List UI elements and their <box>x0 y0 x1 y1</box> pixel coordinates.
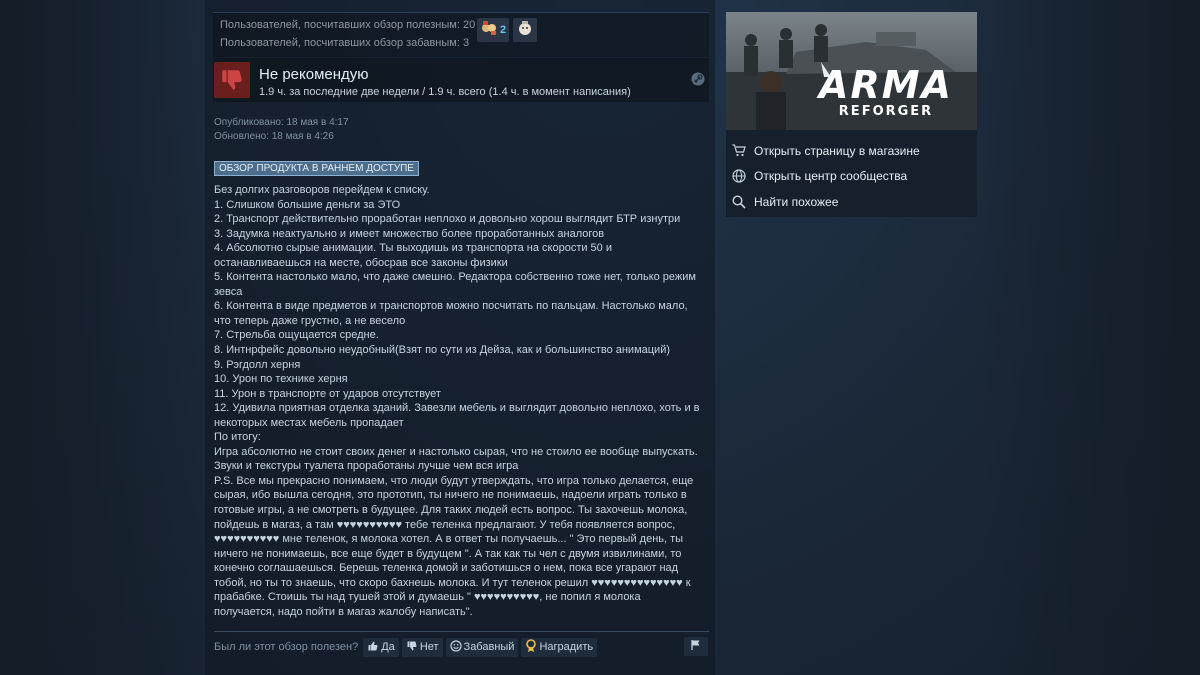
store-page-link-label: Открыть страницу в магазине <box>754 143 920 158</box>
vote-no-button[interactable]: Нет <box>401 637 443 657</box>
thumbs-up-icon <box>367 640 379 655</box>
playtime-hours: 1.9 ч. за последние две недели / 1.9 ч. … <box>259 86 631 98</box>
updated-date: Обновлено: 18 мая в 4:26 <box>214 131 334 142</box>
find-similar-link-label: Найти похожее <box>754 194 839 209</box>
vote-funny-button[interactable]: Забавный <box>445 637 519 657</box>
store-page-link[interactable]: Открыть страницу в магазине <box>726 138 977 164</box>
verdict-title: Не рекомендую <box>259 66 369 83</box>
background-shade-left <box>0 0 205 675</box>
report-flag-button[interactable] <box>684 637 708 656</box>
award-hands-icon <box>480 19 498 42</box>
background-shade-right <box>980 0 1200 675</box>
flag-icon <box>690 638 702 656</box>
divider <box>214 631 709 632</box>
smiley-icon <box>449 639 462 655</box>
funny-count-text: Пользователей, посчитавших обзор забавны… <box>220 37 470 49</box>
early-access-badge: ОБЗОР ПРОДУКТА В РАННЕМ ДОСТУПЕ <box>214 161 419 176</box>
published-date: Опубликовано: 18 мая в 4:17 <box>214 117 349 128</box>
review-verdict: Не рекомендую 1.9 ч. за последние две не… <box>213 58 709 102</box>
community-hub-link-label: Открыть центр сообщества <box>754 169 908 184</box>
review-votes-summary: Пользователей, посчитавших обзор полезны… <box>213 12 709 57</box>
award-count: 2 <box>500 24 507 36</box>
game-links: Открыть страницу в магазине Открыть цент… <box>726 138 977 215</box>
thumbs-down-icon <box>214 62 250 98</box>
award-button[interactable]: Наградить <box>521 637 598 657</box>
game-sidebar: ARMA REFORGER Открыть страницу в магазин… <box>726 12 977 217</box>
award-badge[interactable] <box>513 18 538 42</box>
award-badge[interactable]: 2 <box>477 18 510 42</box>
community-hub-link[interactable]: Открыть центр сообщества <box>726 164 977 190</box>
award-face-icon <box>516 19 534 42</box>
find-similar-link[interactable]: Найти похожее <box>726 189 977 215</box>
medal-icon <box>525 638 537 656</box>
helpful-count-text: Пользователей, посчитавших обзор полезны… <box>220 19 476 31</box>
helpful-vote-bar: Был ли этот обзор полезен? Да Нет Забавн… <box>214 637 598 657</box>
globe-icon <box>732 169 754 183</box>
cart-icon <box>732 144 754 157</box>
awards-list: 2 <box>477 18 538 42</box>
review-dates: Опубликовано: 18 мая в 4:17 Обновлено: 1… <box>214 116 349 144</box>
vote-yes-button[interactable]: Да <box>363 637 399 657</box>
helpful-question: Был ли этот обзор полезен? <box>214 641 359 653</box>
thumbs-down-icon <box>406 640 418 655</box>
steam-icon <box>691 72 705 91</box>
game-capsule-image[interactable]: ARMA REFORGER <box>726 12 977 130</box>
search-icon <box>732 195 754 209</box>
game-logo: ARMA REFORGER <box>796 66 976 119</box>
vote-no-label: Нет <box>419 641 439 653</box>
game-logo-title: ARMA <box>819 63 953 107</box>
review-body: Без долгих разговоров перейдем к списку.… <box>214 184 700 618</box>
award-label: Наградить <box>539 641 594 653</box>
vote-yes-label: Да <box>381 641 395 653</box>
vote-funny-label: Забавный <box>463 641 515 653</box>
review-panel: Пользователей, посчитавших обзор полезны… <box>205 0 715 675</box>
